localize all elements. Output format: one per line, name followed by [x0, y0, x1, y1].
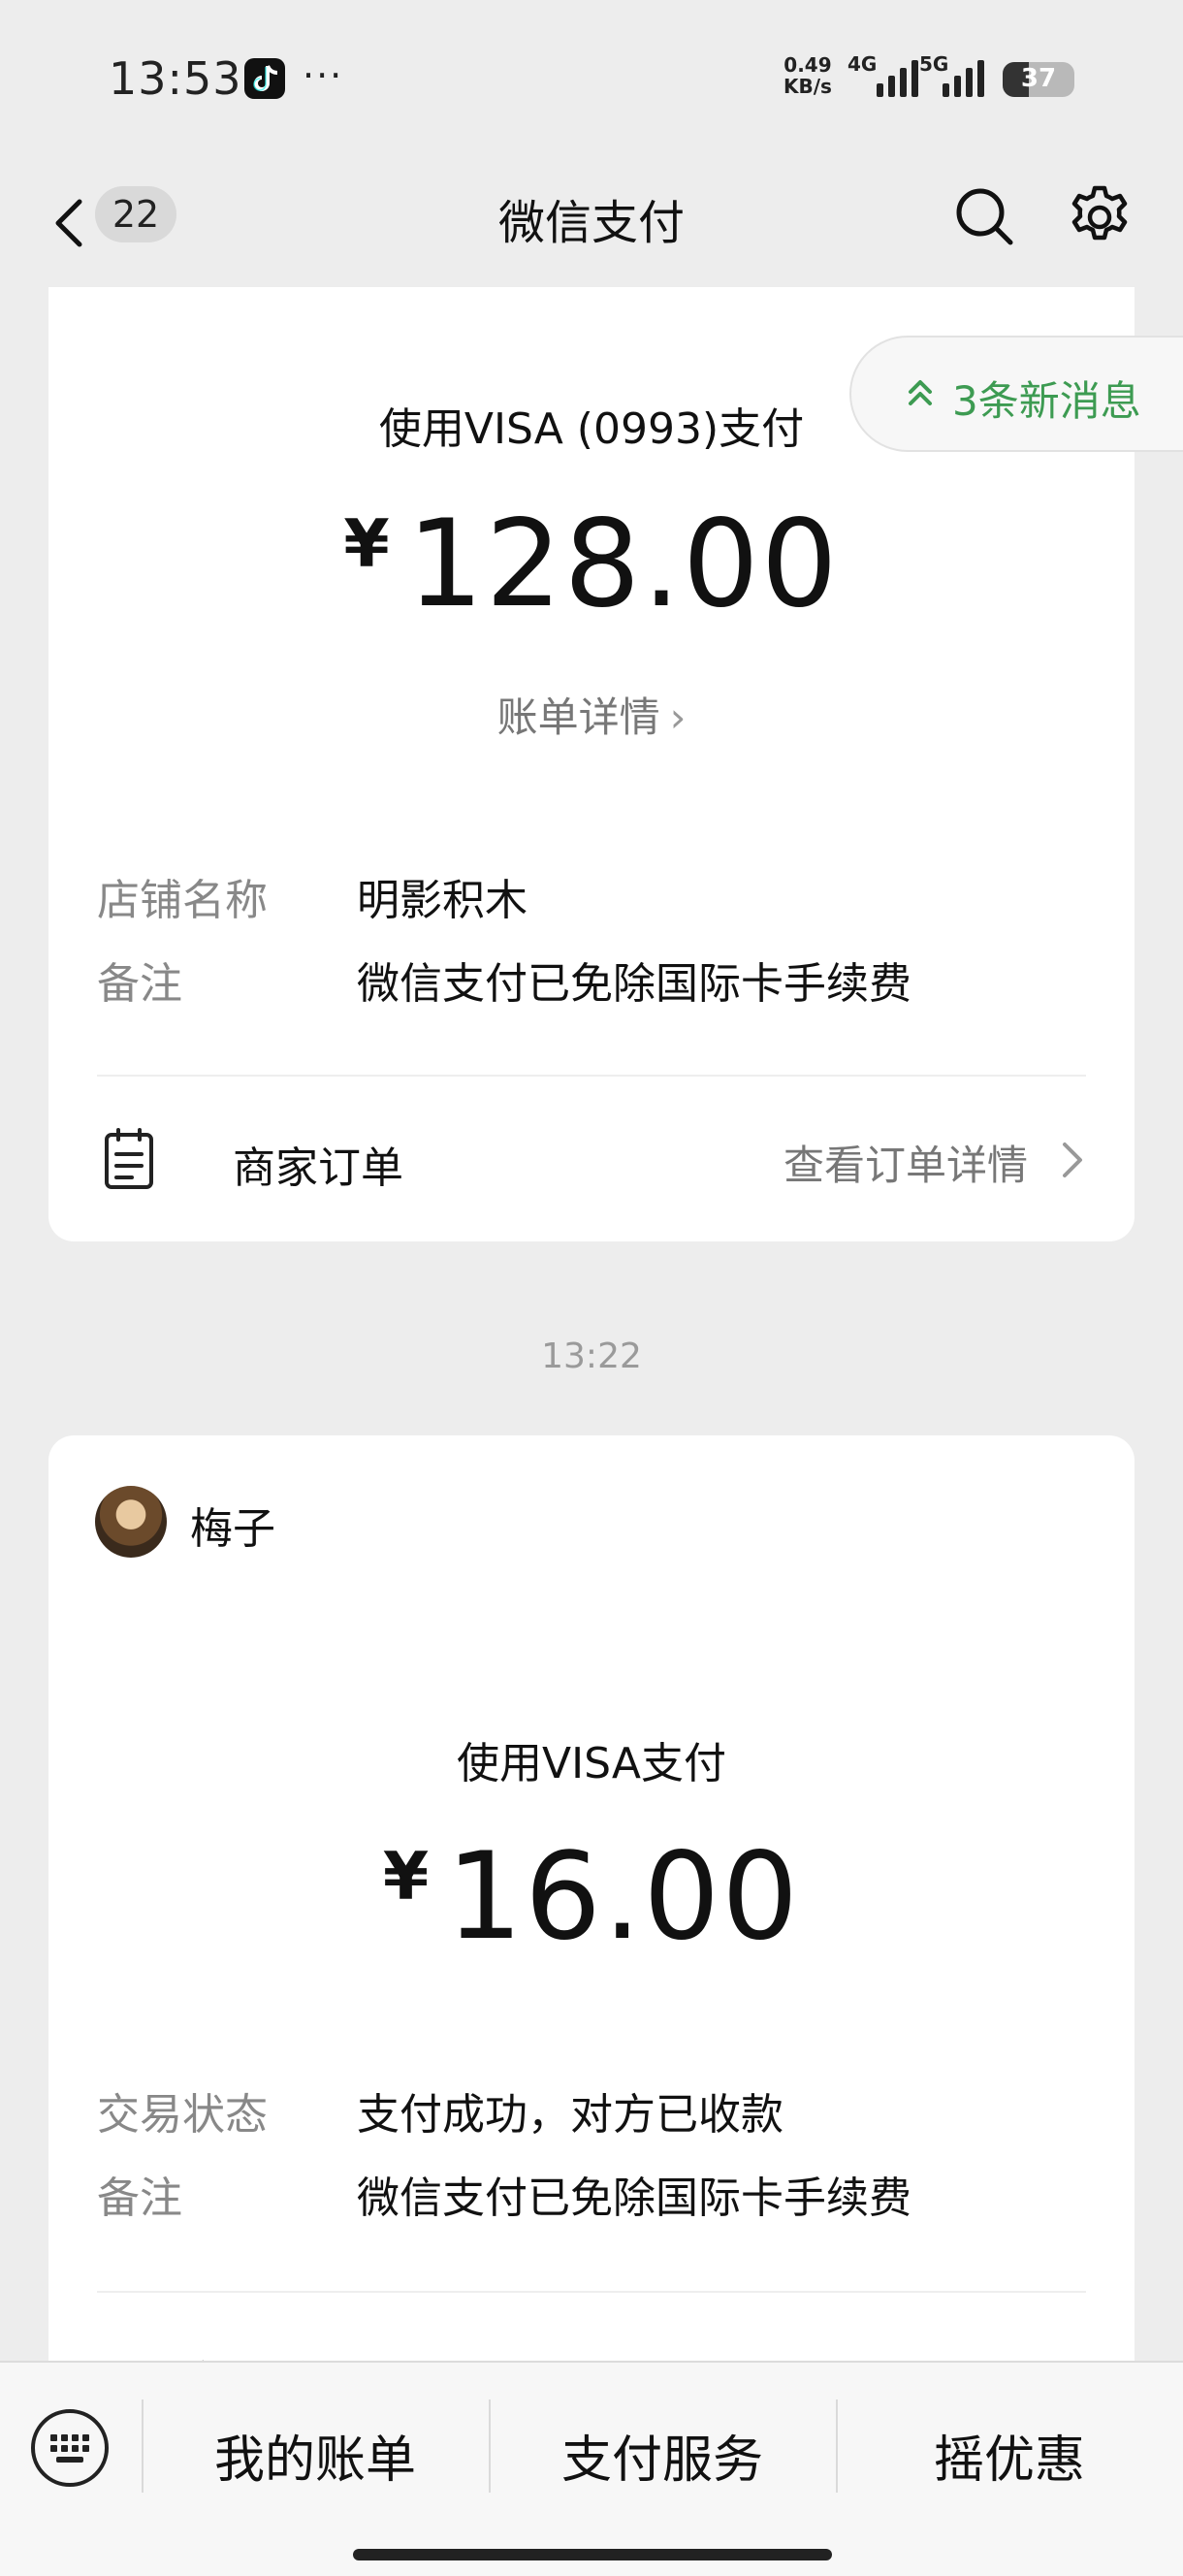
- detail-value: 支付成功，对方已收款: [357, 2090, 783, 2140]
- menu-item-my-bills[interactable]: 我的账单: [142, 2419, 489, 2492]
- detail-key: 备注: [97, 2174, 182, 2223]
- merchant-order-row[interactable]: 商家订单 查看订单详情: [97, 1121, 1086, 1199]
- double-chevron-up-icon: [909, 380, 932, 405]
- status-time: 13:53: [109, 52, 242, 105]
- battery-level: 37: [1020, 64, 1057, 93]
- tiktok-notification-icon: [244, 58, 285, 99]
- status-bar: 13:53 ··· 0.49 KB/s 4G 5G 37: [0, 0, 1183, 155]
- detail-value: 微信支付已免除国际卡手续费: [357, 2174, 911, 2223]
- menu-item-payment-services[interactable]: 支付服务: [489, 2419, 836, 2492]
- signal-4g-icon: [877, 58, 918, 97]
- search-icon[interactable]: [950, 182, 1018, 250]
- menu-item-shake-discounts[interactable]: 摇优惠: [836, 2419, 1183, 2492]
- detail-key: 备注: [97, 959, 182, 1009]
- new-messages-label: 3条新消息: [952, 377, 1141, 425]
- network-speed: 0.49 KB/s: [783, 53, 832, 98]
- merchant-order-label: 商家订单: [233, 1143, 403, 1193]
- payment-amount: ¥128.00: [48, 495, 1135, 634]
- more-notifications-icon: ···: [303, 54, 344, 97]
- detail-key: 店铺名称: [97, 876, 268, 925]
- avatar[interactable]: [95, 1486, 167, 1558]
- bill-details-label: 账单详情: [496, 693, 660, 741]
- divider: [97, 2291, 1086, 2293]
- view-order-details-link[interactable]: 查看订单详情: [783, 1133, 1028, 1192]
- payment-card-2[interactable]: 梅子 使用VISA支付 ¥16.00 交易状态 支付成功，对方已收款 备注 微信…: [48, 1435, 1135, 2405]
- amount-value: 16.00: [446, 1827, 801, 1967]
- bottom-menu-bar: 我的账单 支付服务 摇优惠: [0, 2361, 1183, 2576]
- signal-5g-icon: [943, 58, 984, 97]
- network-type-4g: 4G: [847, 52, 878, 76]
- bill-details-link[interactable]: 账单详情 ›: [48, 685, 1135, 744]
- currency-symbol: ¥: [343, 506, 390, 583]
- detail-value: 明影积木: [357, 876, 528, 925]
- detail-key: 交易状态: [97, 2090, 268, 2140]
- detail-value: 微信支付已免除国际卡手续费: [357, 959, 911, 1009]
- home-indicator[interactable]: [353, 2549, 832, 2560]
- payment-method: 使用VISA支付: [457, 1739, 726, 1788]
- order-document-icon: [105, 1128, 153, 1189]
- payee-name: 梅子: [190, 1504, 275, 1554]
- currency-symbol: ¥: [382, 1839, 430, 1916]
- new-messages-button[interactable]: 3条新消息: [849, 336, 1183, 452]
- gear-icon[interactable]: [1065, 182, 1135, 252]
- keyboard-icon[interactable]: [29, 2407, 111, 2489]
- chevron-right-icon: [1063, 1143, 1082, 1177]
- chevron-right-icon: ›: [669, 693, 687, 741]
- amount-value: 128.00: [406, 495, 840, 634]
- wechat-pay-chat-screen: 13:53 ··· 0.49 KB/s 4G 5G 37 22 微信支付 使用V…: [0, 0, 1183, 2576]
- battery-icon: 37: [1003, 62, 1074, 97]
- divider: [97, 1075, 1086, 1077]
- message-timestamp: 13:22: [541, 1336, 642, 1376]
- nav-bar: 22 微信支付: [0, 155, 1183, 291]
- payment-amount: ¥16.00: [48, 1827, 1135, 1967]
